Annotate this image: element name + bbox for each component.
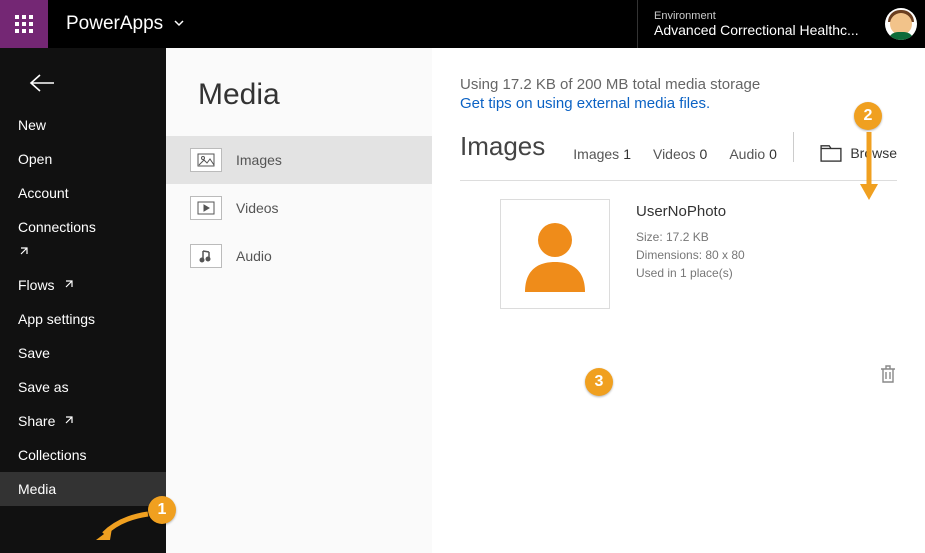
media-content: Using 17.2 KB of 200 MB total media stor…	[432, 48, 925, 553]
media-meta: UserNoPhoto Size: 17.2 KB Dimensions: 80…	[636, 199, 745, 282]
app-launcher-button[interactable]	[0, 0, 48, 48]
trash-icon	[879, 364, 897, 384]
sidebar-item-label: Share	[18, 413, 55, 429]
sidebar-item-flows[interactable]: Flows	[0, 268, 166, 302]
sidebar-item-label: App settings	[18, 311, 95, 327]
media-thumbnail	[500, 199, 610, 309]
media-tab-videos[interactable]: Videos	[166, 184, 432, 232]
media-tab-label: Images	[236, 152, 282, 168]
sidebar-item-open[interactable]: Open	[0, 142, 166, 176]
back-button[interactable]	[0, 58, 166, 108]
annotation-badge-2: 2	[854, 102, 882, 130]
account-avatar-button[interactable]	[877, 0, 925, 48]
sidebar-item-label: Flows	[18, 277, 55, 293]
media-dimensions: Dimensions: 80 x 80	[636, 246, 745, 264]
environment-name: Advanced Correctional Healthc...	[654, 22, 861, 38]
media-tab-label: Audio	[236, 248, 272, 264]
storage-usage-text: Using 17.2 KB of 200 MB total media stor…	[460, 76, 897, 93]
external-link-icon	[0, 244, 166, 268]
vertical-divider	[793, 132, 794, 162]
sidebar-item-app-settings[interactable]: App settings	[0, 302, 166, 336]
media-size: Size: 17.2 KB	[636, 228, 745, 246]
brand-menu[interactable]: PowerApps	[48, 0, 203, 48]
sidebar-item-label: New	[18, 117, 46, 133]
media-name: UserNoPhoto	[636, 203, 745, 220]
image-icon	[190, 148, 222, 172]
media-counts: Images1 Videos0 Audio0	[573, 146, 777, 162]
top-bar: PowerApps Environment Advanced Correctio…	[0, 0, 925, 48]
annotation-arrow-1	[90, 510, 152, 542]
avatar-icon	[885, 8, 917, 40]
sidebar-item-label: Collections	[18, 447, 86, 463]
sidebar-item-save-as[interactable]: Save as	[0, 370, 166, 404]
sidebar-item-collections[interactable]: Collections	[0, 438, 166, 472]
delete-media-button[interactable]	[873, 358, 925, 395]
sidebar-item-label: Connections	[18, 219, 96, 235]
sidebar-item-new[interactable]: New	[0, 108, 166, 142]
sidebar-item-connections[interactable]: Connections	[0, 210, 166, 244]
waffle-icon	[15, 15, 33, 33]
annotation-arrow-2	[857, 130, 881, 204]
external-media-tips-link[interactable]: Get tips on using external media files.	[460, 95, 710, 112]
sidebar-item-account[interactable]: Account	[0, 176, 166, 210]
media-item[interactable]: UserNoPhoto Size: 17.2 KB Dimensions: 80…	[460, 199, 897, 309]
media-tab-images[interactable]: Images	[166, 136, 432, 184]
environment-picker[interactable]: Environment Advanced Correctional Health…	[637, 0, 877, 48]
external-link-icon	[63, 277, 75, 293]
sidebar-item-media[interactable]: Media	[0, 472, 166, 506]
sidebar-item-label: Open	[18, 151, 52, 167]
back-arrow-icon	[28, 73, 56, 93]
count-audio: Audio0	[729, 146, 777, 162]
external-link-icon	[63, 413, 75, 429]
media-tab-audio[interactable]: Audio	[166, 232, 432, 280]
brand-label: PowerApps	[66, 13, 163, 35]
media-type-panel: Media Images Videos Audio	[166, 48, 432, 553]
page-title: Media	[166, 78, 432, 136]
main-layout: New Open Account Connections Flows App settin…	[0, 48, 925, 553]
side-nav: New Open Account Connections Flows App settin…	[0, 48, 166, 553]
annotation-badge-1: 1	[148, 496, 176, 524]
section-header-row: Images Images1 Videos0 Audio0 Browse	[460, 131, 897, 162]
topbar-spacer	[203, 0, 637, 48]
sidebar-item-label: Account	[18, 185, 69, 201]
sidebar-item-label: Media	[18, 481, 56, 497]
media-tab-label: Videos	[236, 200, 279, 216]
sidebar-item-label: Save as	[18, 379, 69, 395]
annotation-badge-3: 3	[585, 368, 613, 396]
environment-label: Environment	[654, 10, 861, 22]
count-videos: Videos0	[653, 146, 707, 162]
audio-icon	[190, 244, 222, 268]
sidebar-item-label: Save	[18, 345, 50, 361]
count-images: Images1	[573, 146, 631, 162]
folder-icon	[820, 144, 842, 162]
media-usage: Used in 1 place(s)	[636, 264, 745, 282]
chevron-down-icon	[173, 13, 185, 35]
sidebar-item-share[interactable]: Share	[0, 404, 166, 438]
sidebar-item-save[interactable]: Save	[0, 336, 166, 370]
section-title: Images	[460, 131, 545, 162]
section-separator	[460, 180, 897, 181]
video-icon	[190, 196, 222, 220]
user-placeholder-icon	[515, 214, 595, 294]
